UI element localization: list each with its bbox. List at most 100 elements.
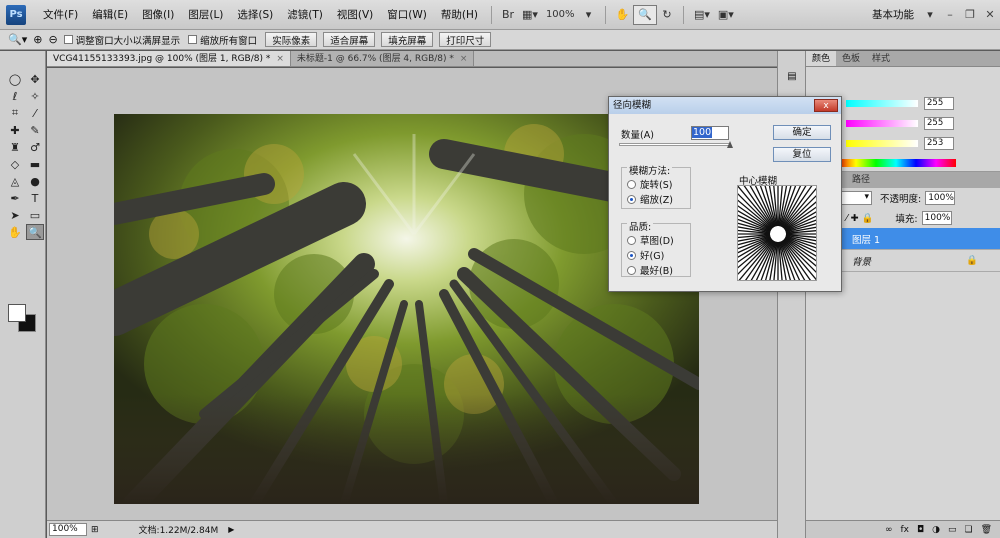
zoom-tool-icon[interactable]: 🔍 bbox=[26, 224, 44, 240]
reset-button[interactable]: 复位 bbox=[773, 147, 831, 162]
actual-pixels-button[interactable]: 实际像素 bbox=[265, 32, 318, 47]
status-menu-arrow-icon[interactable]: ▶ bbox=[228, 525, 234, 534]
radio-spin[interactable]: 旋转(S) bbox=[627, 177, 672, 191]
close-icon[interactable]: × bbox=[276, 54, 284, 64]
opacity-input[interactable]: 100% bbox=[925, 191, 956, 205]
menu-image[interactable]: 图像(I) bbox=[135, 7, 181, 22]
amount-slider-track[interactable] bbox=[619, 143, 731, 146]
radio-dot[interactable] bbox=[627, 265, 636, 275]
layer-style-icon[interactable]: fx bbox=[900, 525, 909, 535]
menu-filter[interactable]: 滤镜(T) bbox=[280, 7, 330, 22]
bridge-button[interactable]: Br bbox=[498, 5, 518, 25]
type-tool-icon[interactable]: T bbox=[26, 190, 44, 206]
color-spectrum[interactable] bbox=[836, 159, 956, 167]
screen-mode-icon[interactable]: ▣▾ bbox=[714, 5, 738, 25]
healing-brush-icon[interactable]: ✚ bbox=[6, 122, 24, 138]
slider-red[interactable]: R 255 bbox=[836, 97, 996, 110]
dialog-close-button[interactable]: x bbox=[814, 99, 838, 112]
tab-document-2[interactable]: 未标题-1 @ 66.7% (图层 4, RGB/8) * × bbox=[290, 51, 475, 66]
magic-wand-icon[interactable]: ✧ bbox=[26, 88, 44, 104]
move-tool-icon[interactable]: ✥ bbox=[26, 71, 44, 87]
red-slider-track[interactable] bbox=[846, 100, 918, 107]
green-slider-track[interactable] bbox=[846, 120, 918, 127]
menu-select[interactable]: 选择(S) bbox=[230, 7, 280, 22]
delete-layer-icon[interactable]: 🗑 bbox=[981, 525, 992, 535]
eraser-tool-icon[interactable]: ◇ bbox=[6, 156, 24, 172]
menu-edit[interactable]: 编辑(E) bbox=[85, 7, 135, 22]
tab-paths[interactable]: 路径 bbox=[846, 172, 876, 188]
radio-dot[interactable] bbox=[627, 194, 636, 204]
hand-tool-icon[interactable]: ✋ bbox=[612, 5, 634, 25]
arrange-documents-icon[interactable]: ▤▾ bbox=[690, 5, 714, 25]
rotate-view-icon[interactable]: ↻ bbox=[657, 5, 677, 25]
zoom-all-windows-checkbox[interactable]: 缩放所有窗口 bbox=[188, 33, 257, 47]
checkbox-box[interactable] bbox=[63, 35, 73, 44]
menu-file[interactable]: 文件(F) bbox=[36, 7, 85, 22]
zoom-dropdown-icon[interactable]: ▾ bbox=[579, 5, 599, 25]
path-select-icon[interactable]: ➤ bbox=[6, 207, 24, 223]
crop-tool-icon[interactable]: ⌗ bbox=[6, 105, 24, 121]
new-layer-icon[interactable]: ❏ bbox=[964, 525, 972, 535]
menu-view[interactable]: 视图(V) bbox=[330, 7, 380, 22]
foreground-color-swatch[interactable] bbox=[8, 304, 26, 322]
history-panel-icon[interactable]: ▤ bbox=[783, 71, 801, 87]
menu-layer[interactable]: 图层(L) bbox=[181, 7, 230, 22]
view-extras-icon[interactable]: ▦▾ bbox=[518, 5, 542, 25]
radio-zoom[interactable]: 缩放(Z) bbox=[627, 192, 673, 206]
layer-mask-icon[interactable]: ◘ bbox=[917, 525, 924, 535]
tab-color[interactable]: 颜色 bbox=[806, 51, 837, 66]
lasso-tool-icon[interactable]: ℓ bbox=[6, 88, 24, 104]
history-brush-icon[interactable]: ♂ bbox=[26, 139, 44, 155]
workspace-dropdown-icon[interactable]: ▾ bbox=[920, 5, 940, 25]
restore-icon[interactable]: ❐ bbox=[960, 8, 980, 21]
eyedropper-icon[interactable]: ⁄ bbox=[26, 105, 44, 121]
slider-green[interactable]: G 255 bbox=[836, 117, 996, 130]
fill-screen-button[interactable]: 填充屏幕 bbox=[381, 32, 434, 47]
radio-draft[interactable]: 草图(D) bbox=[627, 233, 674, 247]
dodge-tool-icon[interactable]: ● bbox=[26, 173, 44, 189]
radio-dot[interactable] bbox=[627, 235, 636, 245]
radio-dot[interactable] bbox=[627, 179, 636, 189]
dialog-title[interactable]: 径向模糊 x bbox=[609, 97, 841, 114]
tab-swatches[interactable]: 色板 bbox=[836, 51, 866, 66]
hand-tool-icon[interactable]: ✋ bbox=[6, 224, 24, 240]
blur-tool-icon[interactable]: ◬ bbox=[6, 173, 24, 189]
zoom-tool-icon[interactable]: 🔍 bbox=[633, 4, 657, 25]
minimize-icon[interactable]: – bbox=[940, 8, 960, 21]
menu-window[interactable]: 窗口(W) bbox=[380, 7, 434, 22]
radio-best[interactable]: 最好(B) bbox=[627, 263, 673, 277]
checkbox-box[interactable] bbox=[188, 35, 198, 44]
red-value-input[interactable]: 255 bbox=[924, 97, 954, 110]
clone-stamp-icon[interactable]: ♜ bbox=[6, 139, 24, 155]
print-size-button[interactable]: 打印尺寸 bbox=[439, 32, 492, 47]
zoom-out-icon[interactable]: ⊖ bbox=[48, 33, 57, 46]
brush-tool-icon[interactable]: ✎ bbox=[26, 122, 44, 138]
tab-styles[interactable]: 样式 bbox=[866, 51, 896, 66]
slider-blue[interactable]: B 253 bbox=[836, 137, 996, 150]
blur-center-preview[interactable] bbox=[737, 185, 817, 281]
zoom-in-icon[interactable]: ⊕ bbox=[33, 33, 42, 46]
zoom-level-select[interactable]: 100% bbox=[542, 9, 579, 20]
marquee-tool-icon[interactable]: ◯ bbox=[6, 71, 24, 87]
tab-document-1[interactable]: VCG41155133393.jpg @ 100% (图层 1, RGB/8) … bbox=[47, 51, 291, 66]
gradient-tool-icon[interactable]: ▬ bbox=[26, 156, 44, 172]
close-icon[interactable]: × bbox=[460, 54, 468, 64]
radio-dot[interactable] bbox=[627, 250, 636, 260]
menu-help[interactable]: 帮助(H) bbox=[434, 7, 485, 22]
ok-button[interactable]: 确定 bbox=[773, 125, 831, 140]
shape-tool-icon[interactable]: ▭ bbox=[26, 207, 44, 223]
blue-value-input[interactable]: 253 bbox=[924, 137, 954, 150]
fit-screen-button[interactable]: 适合屏幕 bbox=[323, 32, 376, 47]
resize-windows-checkbox[interactable]: 调整窗口大小以满屏显示 bbox=[63, 33, 180, 47]
new-group-icon[interactable]: ▭ bbox=[948, 525, 957, 535]
fill-input[interactable]: 100% bbox=[921, 211, 952, 225]
close-icon[interactable]: ✕ bbox=[980, 8, 1000, 21]
green-value-input[interactable]: 255 bbox=[924, 117, 954, 130]
status-info-icon[interactable]: ⊞ bbox=[91, 525, 99, 535]
link-layers-icon[interactable]: ∞ bbox=[885, 525, 893, 535]
zoom-tool-preset-icon[interactable]: 🔍▾ bbox=[8, 33, 27, 46]
pen-tool-icon[interactable]: ✒ bbox=[6, 190, 24, 206]
radio-good[interactable]: 好(G) bbox=[627, 248, 664, 262]
adjustment-layer-icon[interactable]: ◑ bbox=[932, 525, 940, 535]
workspace-switcher[interactable]: 基本功能 bbox=[872, 7, 920, 22]
